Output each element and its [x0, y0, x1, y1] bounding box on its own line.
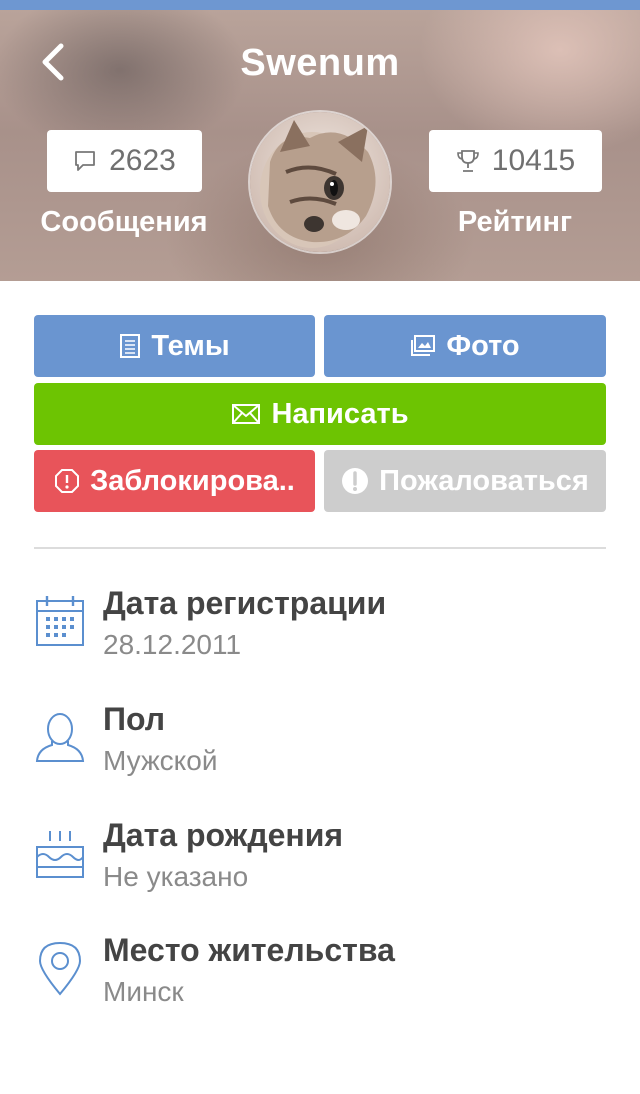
- cat-avatar-image: [250, 112, 390, 252]
- registration-value: 28.12.2011: [103, 629, 242, 660]
- info-registration: Дата регистрации 28.12.2011: [34, 585, 606, 685]
- write-button-label: Написать: [271, 397, 409, 430]
- report-button[interactable]: Пожаловаться: [324, 450, 606, 512]
- top-accent-bar: [0, 0, 640, 10]
- registration-title: Дата регистрации: [103, 585, 387, 621]
- messages-count-box[interactable]: 2623: [47, 130, 202, 192]
- location-title: Место жительства: [103, 932, 395, 968]
- envelope-icon: [232, 404, 261, 424]
- divider: [34, 547, 606, 549]
- report-button-label: Пожаловаться: [379, 464, 589, 497]
- profile-header: Swenum 2623 Сообщения 10415 Рейтинг: [0, 10, 640, 281]
- birthday-value: Не указано: [103, 861, 249, 892]
- block-octagon-icon: [55, 469, 80, 493]
- photo-icon: [411, 335, 436, 356]
- cake-icon: [36, 831, 84, 878]
- avatar: [248, 110, 392, 254]
- person-icon: [35, 713, 85, 762]
- rating-count: 10415: [491, 144, 576, 177]
- document-icon: [120, 334, 141, 358]
- info-gender: Пол Мужской: [34, 701, 606, 801]
- calendar-icon: [36, 596, 84, 646]
- messages-label: Сообщения: [40, 206, 208, 238]
- gender-value: Мужской: [103, 745, 218, 776]
- photo-button[interactable]: Фото: [324, 315, 606, 377]
- topics-button[interactable]: Темы: [34, 315, 315, 377]
- block-button-label: Заблокирова..: [90, 464, 295, 497]
- info-birthday: Дата рождения Не указано: [34, 817, 606, 917]
- exclamation-circle-icon: [342, 468, 369, 494]
- location-pin-icon: [38, 941, 82, 996]
- rating-label: Рейтинг: [457, 206, 573, 238]
- photo-button-label: Фото: [446, 329, 520, 362]
- speech-bubble-icon: [75, 151, 96, 171]
- write-message-button[interactable]: Написать: [34, 383, 606, 445]
- rating-count-box[interactable]: 10415: [429, 130, 602, 192]
- info-location: Место жительства Минск: [34, 932, 606, 1032]
- topics-button-label: Темы: [151, 329, 230, 362]
- location-value: Минск: [103, 976, 184, 1007]
- block-button[interactable]: Заблокирова..: [34, 450, 315, 512]
- messages-count: 2623: [109, 144, 176, 177]
- gender-title: Пол: [103, 701, 166, 737]
- birthday-title: Дата рождения: [103, 817, 344, 853]
- page-title: Swenum: [240, 42, 400, 84]
- trophy-icon: [456, 150, 479, 172]
